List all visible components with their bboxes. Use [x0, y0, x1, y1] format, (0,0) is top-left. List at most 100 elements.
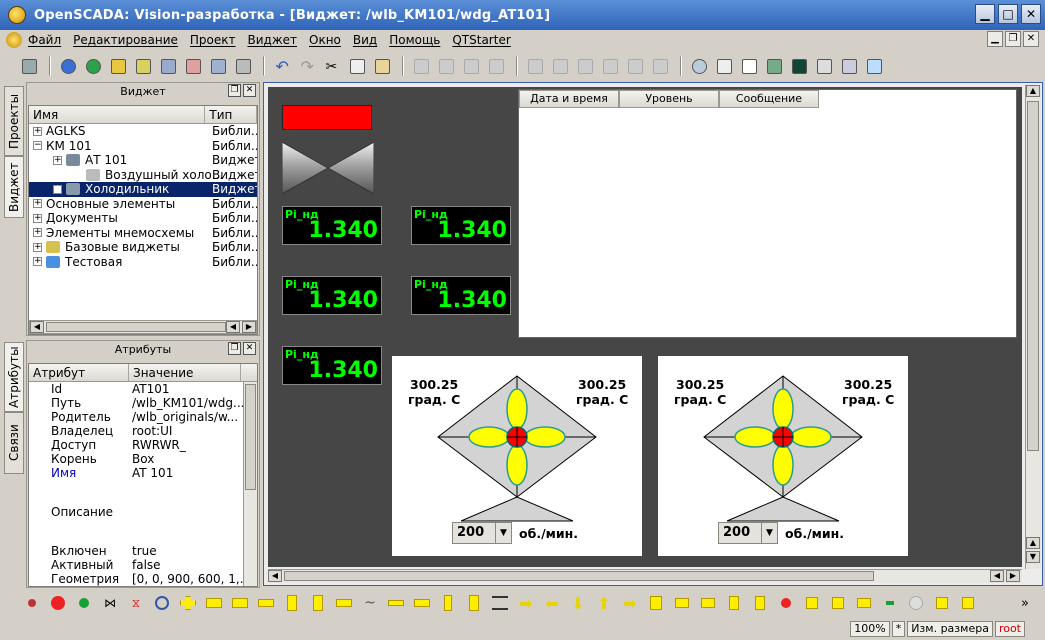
element-arrow-right-icon[interactable]: ➡ [516, 594, 536, 613]
menu-widget[interactable]: Виджет [247, 33, 297, 47]
tree-item[interactable]: + Основные элементы Библи... [29, 197, 257, 212]
new-library-icon[interactable] [107, 55, 129, 77]
expander-icon[interactable]: + [33, 126, 42, 136]
level-up-icon[interactable] [410, 55, 432, 77]
attribute-value[interactable]: AT101 [129, 382, 170, 396]
level-down-icon[interactable] [435, 55, 457, 77]
element-arrow-right-icon[interactable]: ➡ [620, 594, 640, 613]
dock-close-icon[interactable]: ✕ [243, 84, 256, 97]
element-bar-icon[interactable] [490, 595, 510, 611]
visual-item-up-icon[interactable] [57, 55, 79, 77]
attribute-row[interactable]: Геометрия [0, 0, 900, 600, 1,... [29, 572, 257, 586]
chevron-down-icon[interactable]: ▼ [495, 523, 511, 543]
element-corner-icon[interactable] [932, 595, 952, 611]
element-arrow-up-icon[interactable]: ⬆ [594, 594, 614, 613]
attribute-value[interactable]: /wlb_originals/w... [129, 410, 238, 424]
scroll-left-icon[interactable]: ◀ [990, 570, 1004, 582]
element-node-icon[interactable] [880, 595, 900, 611]
column-value[interactable]: Значение [129, 364, 241, 381]
scroll-left-icon[interactable]: ◀ [226, 321, 240, 333]
scroll-thumb[interactable] [284, 571, 874, 581]
workspace-vscrollbar[interactable]: ▲ ▲ ▼ [1025, 85, 1041, 569]
align-top-icon[interactable] [524, 55, 546, 77]
element-pipe-icon[interactable] [308, 595, 328, 611]
pressure-display[interactable]: Pi_нд 1.340 [411, 206, 511, 245]
zoom-level[interactable]: 100% [850, 621, 890, 637]
new-widget-icon[interactable] [132, 55, 154, 77]
pressure-display[interactable]: Pi_нд 1.340 [282, 276, 382, 315]
dock-close-icon[interactable]: ✕ [243, 342, 256, 355]
scroll-up-icon[interactable]: ▲ [1026, 85, 1040, 97]
attribute-value[interactable]: AT 101 [129, 466, 173, 480]
attribute-value[interactable]: RWRWR_ [129, 438, 186, 452]
scroll-thumb[interactable] [245, 384, 256, 490]
tab-projects[interactable]: Проекты [4, 86, 24, 156]
expander-icon[interactable]: + [53, 155, 62, 165]
scroll-thumb[interactable] [46, 322, 226, 332]
item-properties-icon[interactable] [207, 55, 229, 77]
tree-item[interactable]: + Элементы мнемосхемы Библи... [29, 226, 257, 241]
widget-media-icon[interactable] [763, 55, 785, 77]
workspace-hscrollbar[interactable]: ◀ ◀ ▶ [268, 569, 1022, 583]
widget-diagram-icon[interactable] [788, 55, 810, 77]
tree-item[interactable]: − КМ 101 Библи... [29, 139, 257, 154]
widget-box-icon[interactable] [688, 55, 710, 77]
pressure-display[interactable]: Pi_нд 1.340 [411, 276, 511, 315]
element-pipe-icon[interactable] [282, 595, 302, 611]
attribute-value[interactable]: [0, 0, 900, 600, 1,... [129, 572, 251, 586]
expander-icon[interactable]: + [33, 199, 42, 209]
element-tee-icon[interactable] [230, 595, 250, 611]
paste-icon[interactable] [371, 55, 393, 77]
attribute-row[interactable]: Id AT101 [29, 382, 257, 396]
expander-icon[interactable]: + [33, 257, 42, 267]
widget-protocol-icon[interactable] [813, 55, 835, 77]
tree-item[interactable]: Воздушный холо... Виджет [29, 168, 257, 183]
attribute-value[interactable]: [ ] [129, 586, 145, 587]
element-pipe-icon[interactable] [438, 595, 458, 611]
attribute-row[interactable]: Активный false [29, 558, 257, 572]
item-edit-icon[interactable] [232, 55, 254, 77]
tree-item[interactable]: + Тестовая Библи... [29, 255, 257, 270]
widget-text-icon[interactable] [738, 55, 760, 77]
maximize-icon[interactable]: □ [998, 4, 1018, 24]
attribute-row[interactable]: Описание [29, 480, 257, 544]
widget-function-icon[interactable] [863, 55, 885, 77]
attribute-row[interactable]: Помощь[ ] [29, 586, 257, 587]
element-disabled-icon[interactable] [906, 595, 926, 611]
element-pipe-icon[interactable] [464, 595, 484, 611]
db-load-icon[interactable] [18, 55, 40, 77]
tree-item[interactable]: + AGLKS Библи... [29, 124, 257, 139]
tree-item[interactable]: + АТ 101 Виджет [29, 153, 257, 168]
scroll-thumb[interactable] [1027, 101, 1039, 451]
element-corner-icon[interactable] [958, 595, 978, 611]
mdi-restore-icon[interactable]: ❐ [1005, 31, 1021, 47]
attribute-row[interactable]: Родитель/wlb_originals/w... [29, 410, 257, 424]
element-pipe-icon[interactable] [256, 595, 276, 611]
tree-item[interactable]: + Холодильник Виджет [29, 182, 257, 197]
widget-document-icon[interactable] [838, 55, 860, 77]
widget-tree-hscrollbar[interactable]: ◀ ◀ ▶ [29, 320, 257, 334]
speed-select[interactable]: 200 ▼ [452, 522, 512, 544]
attribute-value[interactable]: false [129, 558, 161, 572]
attribute-row[interactable]: Включен true [29, 544, 257, 558]
scroll-left-icon[interactable]: ◀ [30, 321, 44, 333]
tab-widget[interactable]: Виджет [4, 156, 24, 218]
attribute-row[interactable]: Корень Box [29, 452, 257, 466]
scroll-up-icon[interactable]: ▲ [1026, 537, 1040, 549]
tree-item[interactable]: + Документы Библи... [29, 211, 257, 226]
widget-form-icon[interactable] [713, 55, 735, 77]
menu-edit[interactable]: Редактирование [73, 33, 178, 47]
scroll-down-icon[interactable]: ▼ [1026, 551, 1040, 563]
dock-float-icon[interactable]: ❐ [228, 84, 241, 97]
element-tee-icon[interactable] [204, 595, 224, 611]
delete-item-icon[interactable] [182, 55, 204, 77]
air-cooler-panel[interactable]: 300.25 град. С 300.25 град. С 200 ▼ об./… [658, 356, 908, 556]
element-corner-icon[interactable] [828, 595, 848, 611]
column-attribute[interactable]: Атрибут [29, 364, 129, 381]
attribute-value[interactable]: /wlb_KM101/wdg... [129, 396, 244, 410]
align-hleft-icon[interactable] [599, 55, 621, 77]
mnemonic-canvas[interactable]: Pi_нд 1.340 Pi_нд 1.340 Pi_нд 1.340 Pi_н… [268, 87, 1022, 567]
attribute-value[interactable]: root:UI [129, 424, 172, 438]
menu-help[interactable]: Помощь [389, 33, 440, 47]
alarm-indicator[interactable] [282, 105, 372, 130]
